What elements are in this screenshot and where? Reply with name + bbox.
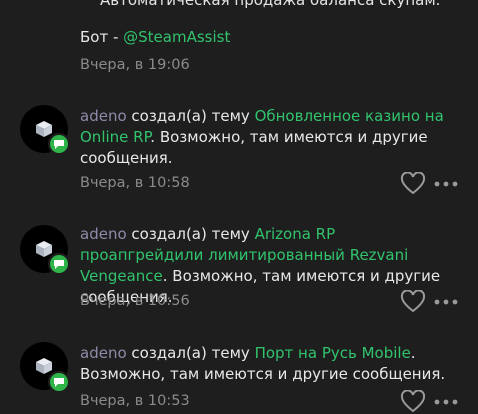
notification-text-cut: Автоматическая продажа баланса скупам. — [100, 0, 441, 9]
action-text: создал(а) тему — [126, 107, 255, 125]
bot-label: Бот - — [80, 28, 124, 46]
bot-link[interactable]: @SteamAssist — [123, 28, 230, 46]
more-dots-icon[interactable] — [434, 299, 458, 305]
chat-bubble-icon — [48, 253, 70, 275]
notification-time: Вчера, в 10:53 — [80, 393, 190, 409]
heart-icon[interactable] — [400, 390, 426, 414]
bot-line: Бот - @SteamAssist — [80, 28, 230, 46]
notification-item: adeno создал(а) тему Arizona RP проапгре… — [0, 220, 478, 340]
notification-item: adeno создал(а) тему Порт на Русь Mobile… — [0, 340, 478, 414]
notification-actions — [400, 390, 460, 414]
notification-text: adeno создал(а) тему Порт на Русь Mobile… — [80, 343, 455, 385]
notification-time: Вчера, в 19:06 — [80, 57, 190, 73]
author-link[interactable]: adeno — [80, 225, 127, 243]
more-dots-icon[interactable] — [434, 399, 458, 405]
chat-bubble-icon — [48, 133, 70, 155]
more-dots-icon[interactable] — [434, 181, 458, 187]
notification-actions — [400, 172, 460, 196]
chat-bubble-icon — [48, 371, 70, 393]
action-text: создал(а) тему — [126, 344, 255, 362]
notification-item-top: Автоматическая продажа баланса скупам. Б… — [0, 0, 478, 90]
author-link[interactable]: adeno — [80, 107, 127, 125]
heart-icon[interactable] — [400, 172, 426, 196]
notification-text: adeno создал(а) тему Обновленное казино … — [80, 106, 455, 169]
notification-time: Вчера, в 10:58 — [80, 175, 190, 191]
heart-icon[interactable] — [400, 290, 426, 314]
author-link[interactable]: adeno — [80, 344, 127, 362]
action-text: создал(а) тему — [126, 225, 255, 243]
topic-link[interactable]: Порт на Русь Mobile — [255, 344, 411, 362]
notification-time: Вчера, в 10:56 — [80, 293, 190, 309]
notification-actions — [400, 290, 460, 314]
notification-item: adeno создал(а) тему Обновленное казино … — [0, 100, 478, 220]
